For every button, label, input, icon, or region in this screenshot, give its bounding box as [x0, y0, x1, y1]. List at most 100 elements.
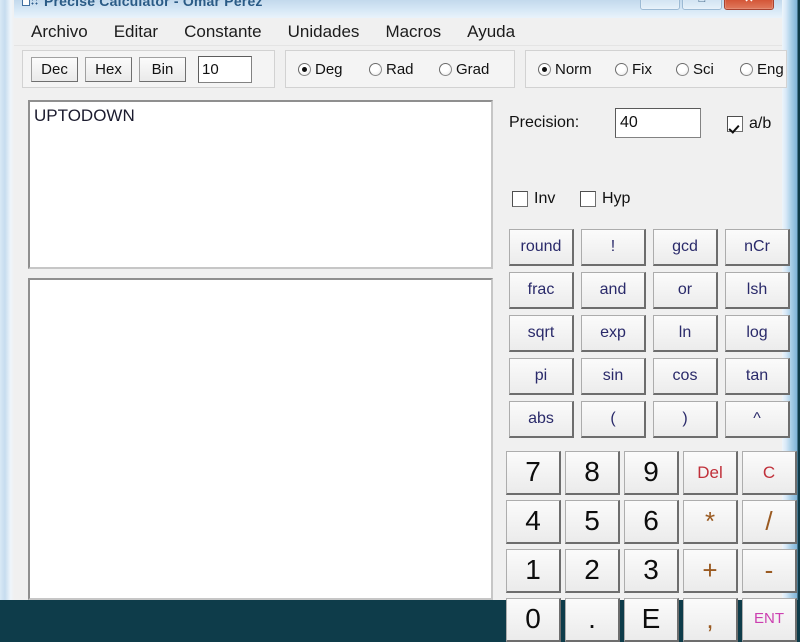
menu-item-constante[interactable]: Constante: [171, 20, 275, 44]
radio-sci-indicator: [676, 63, 689, 76]
minimize-icon: —: [641, 0, 679, 5]
function-key-factorial[interactable]: !: [581, 229, 646, 266]
radio-fix-indicator: [615, 63, 628, 76]
key-9[interactable]: 9: [624, 451, 679, 495]
function-key-round[interactable]: round: [509, 229, 574, 266]
precision-label: Precision:: [509, 114, 580, 131]
radio-fix[interactable]: Fix: [615, 61, 652, 78]
key-plus[interactable]: +: [683, 549, 738, 593]
key-1[interactable]: 1: [506, 549, 561, 593]
inv-checkbox-box: [512, 191, 528, 207]
key-del[interactable]: Del: [683, 451, 738, 495]
hyp-checkbox[interactable]: Hyp: [580, 190, 630, 208]
hex-button[interactable]: Hex: [85, 57, 132, 82]
menu-bar: Archivo Editar Constante Unidades Macros…: [14, 18, 782, 46]
function-key-ncr[interactable]: nCr: [725, 229, 790, 266]
menu-item-archivo[interactable]: Archivo: [18, 20, 101, 44]
radio-deg[interactable]: Deg: [298, 61, 343, 78]
key-2[interactable]: 2: [565, 549, 620, 593]
radio-rad[interactable]: Rad: [369, 61, 414, 78]
input-textarea[interactable]: UPTODOWN: [28, 100, 493, 269]
function-key-close-paren[interactable]: ): [653, 401, 718, 438]
ab-checkbox-label: a/b: [749, 115, 772, 132]
key-3[interactable]: 3: [624, 549, 679, 593]
minimize-button[interactable]: —: [640, 0, 680, 10]
radio-deg-indicator: [298, 63, 311, 76]
title-bar[interactable]: Precise Calculator - Omar Pérez — □ ✕: [0, 0, 800, 14]
function-keypad: round ! gcd nCr frac and or lsh sqrt exp…: [509, 229, 794, 438]
maximize-button[interactable]: □: [682, 0, 722, 10]
function-key-sin[interactable]: sin: [581, 358, 646, 395]
window-frame-left: [0, 0, 14, 600]
menu-item-ayuda[interactable]: Ayuda: [454, 20, 528, 44]
menu-item-editar[interactable]: Editar: [101, 20, 171, 44]
application-window: Precise Calculator - Omar Pérez — □ ✕ Ar…: [0, 0, 800, 642]
output-text: [30, 280, 491, 284]
key-decimal[interactable]: .: [565, 598, 620, 642]
calculator-icon-keys: [31, 0, 39, 6]
function-key-open-paren[interactable]: (: [581, 401, 646, 438]
key-4[interactable]: 4: [506, 500, 561, 544]
notation-mode-group: Norm Fix Sci Eng: [525, 50, 787, 88]
base-value-input[interactable]: 10: [198, 56, 252, 83]
key-minus[interactable]: -: [742, 549, 797, 593]
function-key-abs[interactable]: abs: [509, 401, 574, 438]
radio-grad-label: Grad: [456, 61, 490, 78]
toolbar: Dec Hex Bin 10 Deg Rad Grad Norm Fix Sci…: [14, 46, 787, 90]
function-key-gcd[interactable]: gcd: [653, 229, 718, 266]
base-group: Dec Hex Bin 10: [22, 50, 275, 88]
function-key-sqrt[interactable]: sqrt: [509, 315, 574, 352]
radio-sci[interactable]: Sci: [676, 61, 714, 78]
key-enter[interactable]: ENT: [742, 598, 797, 642]
function-key-lsh[interactable]: lsh: [725, 272, 790, 309]
key-7[interactable]: 7: [506, 451, 561, 495]
radio-rad-label: Rad: [386, 61, 414, 78]
key-exponent[interactable]: E: [624, 598, 679, 642]
key-0[interactable]: 0: [506, 598, 561, 642]
key-clear[interactable]: C: [742, 451, 797, 495]
input-text: UPTODOWN: [34, 106, 135, 125]
radio-grad[interactable]: Grad: [439, 61, 489, 78]
precision-input[interactable]: 40: [615, 108, 701, 138]
ab-checkbox[interactable]: a/b: [727, 115, 771, 133]
function-key-log[interactable]: log: [725, 315, 790, 352]
maximize-icon: □: [683, 0, 721, 5]
menu-item-macros[interactable]: Macros: [372, 20, 454, 44]
numeric-keypad: 7 8 9 Del C 4 5 6 * / 1 2 3 + - 0 . E , …: [506, 451, 800, 642]
calculator-icon-body: [22, 0, 30, 6]
client-area: Archivo Editar Constante Unidades Macros…: [14, 18, 797, 642]
key-divide[interactable]: /: [742, 500, 797, 544]
radio-norm-indicator: [538, 63, 551, 76]
bin-button[interactable]: Bin: [139, 57, 186, 82]
dec-button[interactable]: Dec: [31, 57, 78, 82]
radio-fix-label: Fix: [632, 61, 652, 78]
key-multiply[interactable]: *: [683, 500, 738, 544]
inv-checkbox-label: Inv: [534, 190, 556, 207]
function-key-and[interactable]: and: [581, 272, 646, 309]
radio-norm[interactable]: Norm: [538, 61, 592, 78]
function-key-exp[interactable]: exp: [581, 315, 646, 352]
close-icon: ✕: [725, 0, 773, 5]
key-6[interactable]: 6: [624, 500, 679, 544]
close-button[interactable]: ✕: [724, 0, 774, 10]
window-controls: — □ ✕: [640, 0, 774, 10]
inv-checkbox[interactable]: Inv: [512, 190, 555, 208]
output-textarea[interactable]: [28, 278, 493, 600]
function-key-ln[interactable]: ln: [653, 315, 718, 352]
key-comma[interactable]: ,: [683, 598, 738, 642]
function-key-pi[interactable]: pi: [509, 358, 574, 395]
radio-norm-label: Norm: [555, 61, 592, 78]
key-8[interactable]: 8: [565, 451, 620, 495]
angle-mode-group: Deg Rad Grad: [285, 50, 515, 88]
function-key-or[interactable]: or: [653, 272, 718, 309]
ab-checkbox-box: [727, 116, 743, 132]
function-key-power[interactable]: ^: [725, 401, 790, 438]
radio-rad-indicator: [369, 63, 382, 76]
radio-eng[interactable]: Eng: [740, 61, 784, 78]
key-5[interactable]: 5: [565, 500, 620, 544]
menu-item-unidades[interactable]: Unidades: [275, 20, 373, 44]
radio-sci-label: Sci: [693, 61, 714, 78]
function-key-tan[interactable]: tan: [725, 358, 790, 395]
function-key-cos[interactable]: cos: [653, 358, 718, 395]
function-key-frac[interactable]: frac: [509, 272, 574, 309]
